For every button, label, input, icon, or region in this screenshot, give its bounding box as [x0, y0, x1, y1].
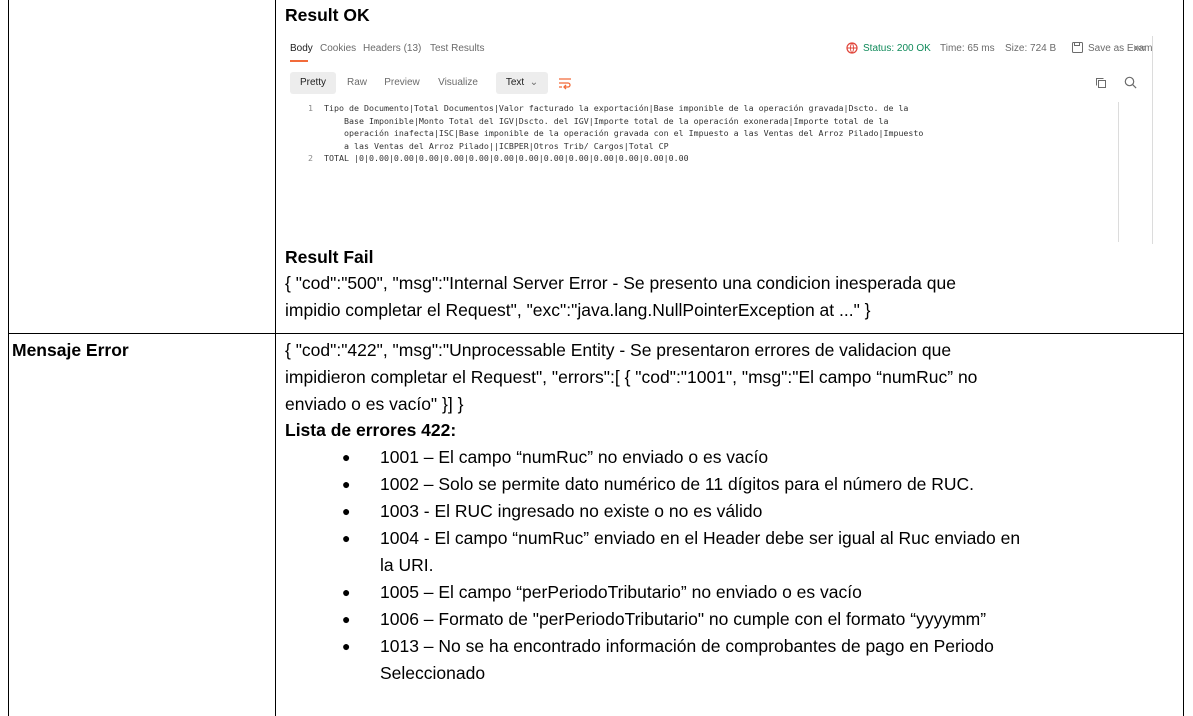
result-fail-line: impidio completar el Request", "exc":"ja… [285, 300, 871, 320]
document-table: Result OK Body Cookies Headers (13) Test… [8, 0, 1184, 716]
response-toolbar: Pretty Raw Preview Visualize Text ⌄ [290, 72, 1146, 94]
response-time-text: Time: 65 ms [940, 43, 995, 54]
error-list-heading: Lista de errores 422: [285, 420, 457, 440]
status-code: Status: 200 OK [863, 43, 931, 54]
mensaje-error-label: Mensaje Error [12, 340, 129, 360]
visualize-button[interactable]: Visualize [430, 72, 486, 94]
error-list-item-continued: la URI. [380, 555, 434, 575]
line-number: 1 [308, 103, 313, 113]
raw-button[interactable]: Raw [340, 72, 374, 94]
code-line: Tipo de Documento|Total Documentos|Valor… [324, 103, 909, 113]
table-column-divider [275, 0, 276, 716]
tab-test-results[interactable]: Test Results [430, 43, 484, 54]
active-tab-indicator [290, 60, 308, 62]
response-time: Time: 65 ms [940, 43, 995, 54]
search-icon[interactable] [1124, 76, 1137, 89]
save-icon[interactable] [1072, 42, 1083, 53]
format-select[interactable]: Text ⌄ [496, 72, 548, 94]
more-options-button[interactable]: ooo [1134, 45, 1146, 52]
result-fail-line: { "cod":"500", "msg":"Internal Server Er… [285, 273, 956, 293]
code-line: Base Imponible|Monto Total del IGV|Dscto… [324, 115, 889, 126]
result-fail-heading: Result Fail [285, 247, 374, 267]
response-size-text: Size: 724 B [1005, 43, 1057, 54]
error-list-item: 1013 – No se ha encontrado información d… [380, 636, 994, 656]
bullet-icon: ● [342, 638, 351, 654]
code-line: operación inafecta|ISC|Base imponible de… [324, 128, 924, 139]
bullet-icon: ● [342, 530, 351, 546]
table-border-left [8, 0, 9, 716]
format-select-value: Text [505, 77, 525, 88]
tab-body[interactable]: Body [290, 43, 313, 54]
error-json-line: impidieron completar el Request", "error… [285, 367, 978, 387]
error-json-line: { "cod":"422", "msg":"Unprocessable Enti… [285, 340, 952, 360]
error-list-item: 1002 – Solo se permite dato numérico de … [380, 474, 975, 494]
error-list-item: 1001 – El campo “numRuc” no enviado o es… [380, 447, 769, 467]
table-row-divider [8, 333, 1184, 334]
wrap-lines-icon[interactable] [558, 76, 572, 90]
status-text: Status: 200 OK [863, 43, 931, 54]
tab-headers[interactable]: Headers (13) [363, 43, 421, 54]
error-list-item-continued: Seleccionado [380, 663, 486, 683]
error-list-item: 1006 – Formato de "perPeriodoTributario"… [380, 609, 987, 629]
response-size: Size: 724 B [1005, 43, 1056, 54]
code-line: a las Ventas del Arroz Pilado||ICBPER|Ot… [324, 140, 669, 151]
globe-error-icon [846, 42, 858, 54]
bullet-icon: ● [342, 584, 351, 600]
line-number: 2 [308, 153, 313, 164]
tab-cookies[interactable]: Cookies [320, 43, 356, 54]
error-list-item: 1005 – El campo “perPeriodoTributario” n… [380, 582, 862, 602]
bullet-icon: ● [342, 611, 351, 627]
copy-icon[interactable] [1095, 77, 1107, 89]
bullet-icon: ● [342, 503, 351, 519]
code-line: TOTAL |0|0.00|0.00|0.00|0.00|0.00|0.00|0… [324, 153, 689, 164]
table-border-right [1183, 0, 1184, 716]
panel-border [1152, 36, 1153, 244]
error-json-line: enviado o es vacío" }] } [285, 394, 464, 414]
scrollbar-track[interactable] [1118, 102, 1119, 242]
postman-response-screenshot: Body Cookies Headers (13) Test Results S… [283, 36, 1153, 244]
error-list-item: 1004 - El campo “numRuc” enviado en el H… [380, 528, 1021, 548]
pretty-button[interactable]: Pretty [290, 72, 336, 94]
bullet-icon: ● [342, 449, 351, 465]
result-ok-heading: Result OK [285, 5, 370, 25]
chevron-down-icon: ⌄ [526, 77, 539, 88]
bullet-icon: ● [342, 476, 351, 492]
error-list-item: 1003 - El RUC ingresado no existe o no e… [380, 501, 763, 521]
preview-button[interactable]: Preview [378, 72, 426, 94]
